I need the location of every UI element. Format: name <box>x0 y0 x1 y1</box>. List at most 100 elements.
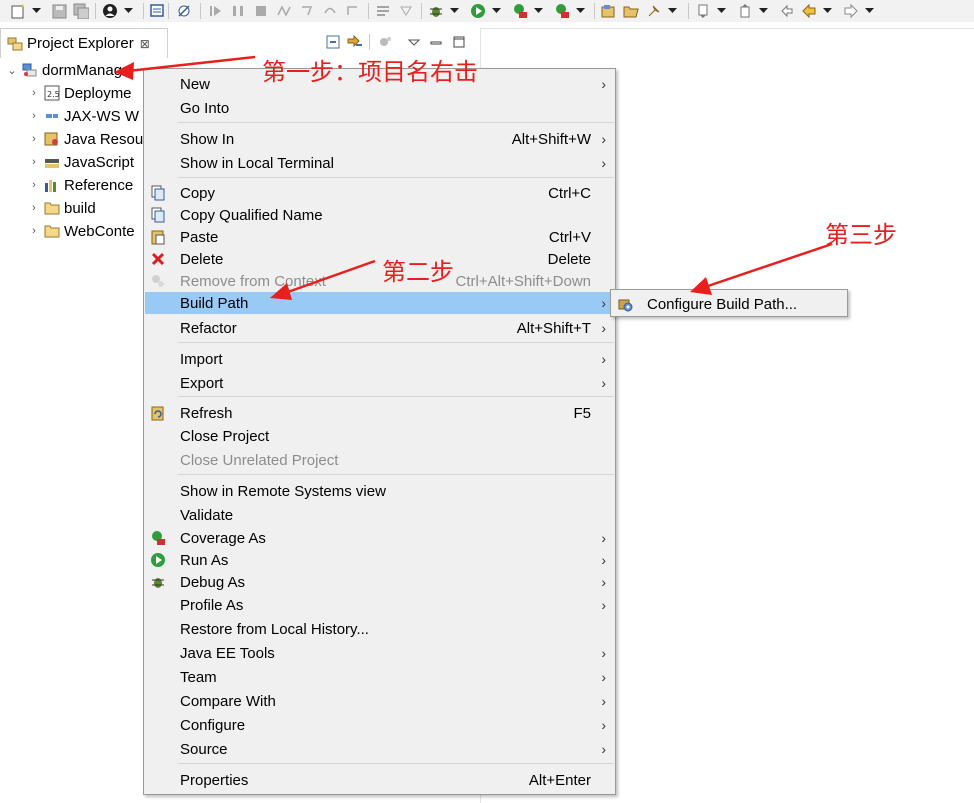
javascript-resources-icon <box>44 154 60 170</box>
collapsed-chevron-icon[interactable]: › <box>28 179 40 191</box>
close-tab-icon[interactable]: ⊠ <box>140 37 150 51</box>
menu-item-run-as[interactable]: Run As › <box>145 549 614 571</box>
toolbar-separator <box>95 3 96 19</box>
pin-icon[interactable] <box>645 2 663 20</box>
annotation-step2: 第二步 <box>382 258 454 286</box>
menu-item-compare-with[interactable]: Compare With › <box>145 690 614 712</box>
tree-item-project[interactable]: ⌄ dormManage <box>6 59 130 81</box>
tree-item[interactable]: › WebConte <box>28 220 134 242</box>
skip-breakpoints-icon[interactable] <box>175 2 193 20</box>
filter-icon[interactable] <box>378 34 394 52</box>
last-edit-icon[interactable] <box>778 2 796 20</box>
menu-item-label: Profile As <box>180 596 244 614</box>
menu-item-label: Copy <box>180 184 216 202</box>
save-all-icon[interactable] <box>72 2 90 20</box>
tree-item[interactable]: › Reference <box>28 174 133 196</box>
menu-item-java-ee-tools[interactable]: Java EE Tools › <box>145 642 614 664</box>
minimize-icon[interactable] <box>428 34 444 52</box>
dropdown-arrow-icon[interactable] <box>667 2 677 20</box>
menu-item-validate[interactable]: Validate <box>145 504 614 526</box>
coverage-icon[interactable] <box>511 2 529 20</box>
expanded-chevron-icon[interactable]: ⌄ <box>6 64 18 77</box>
collapsed-chevron-icon[interactable]: › <box>28 133 40 145</box>
dropdown-arrow-icon[interactable] <box>449 2 459 20</box>
menu-item-source[interactable]: Source › <box>145 738 614 760</box>
tree-item[interactable]: › 2.5 Deployme <box>28 82 131 104</box>
tree-item-label: Java Resou <box>64 130 144 148</box>
menu-item-export[interactable]: Export › <box>145 372 614 394</box>
dropdown-arrow-icon[interactable] <box>758 2 768 20</box>
collapse-all-icon[interactable] <box>325 34 341 52</box>
menu-item-import[interactable]: Import › <box>145 348 614 370</box>
project-explorer-tab[interactable]: Project Explorer ⊠ <box>0 28 168 58</box>
menu-item-copy-qualified-name[interactable]: Copy Qualified Name <box>145 204 614 226</box>
user-icon[interactable] <box>101 2 119 20</box>
collapsed-chevron-icon[interactable]: › <box>28 87 40 99</box>
task-icon[interactable] <box>148 2 166 20</box>
open-folder-icon[interactable] <box>622 2 640 20</box>
menu-item-profile-as[interactable]: Profile As › <box>145 594 614 616</box>
menu-item-close-project[interactable]: Close Project <box>145 425 614 447</box>
menu-item-show-in-remote-systems-view[interactable]: Show in Remote Systems view <box>145 480 614 502</box>
step-over-icon[interactable] <box>321 2 339 20</box>
dropdown-arrow-icon[interactable] <box>716 2 726 20</box>
view-menu-icon[interactable] <box>407 34 421 52</box>
menu-separator <box>178 763 614 764</box>
maximize-icon[interactable] <box>451 34 467 52</box>
collapsed-chevron-icon[interactable]: › <box>28 225 40 237</box>
collapsed-chevron-icon[interactable]: › <box>28 202 40 214</box>
dropdown-arrow-icon[interactable] <box>533 2 543 20</box>
dropdown-arrow-icon[interactable] <box>123 2 133 20</box>
step-into-icon[interactable] <box>298 2 316 20</box>
terminate-icon[interactable] <box>252 2 270 20</box>
forward-icon[interactable] <box>842 2 860 20</box>
dropdown-arrow-icon[interactable] <box>575 2 585 20</box>
prev-annotation-icon[interactable] <box>736 2 754 20</box>
drop-to-frame-icon[interactable] <box>397 2 415 20</box>
menu-item-show-in-local-terminal[interactable]: Show in Local Terminal › <box>145 152 614 174</box>
menu-item-paste[interactable]: Paste Ctrl+V <box>145 226 614 248</box>
tree-item[interactable]: › build <box>28 197 96 219</box>
disconnect-icon[interactable] <box>275 2 293 20</box>
next-annotation-icon[interactable] <box>694 2 712 20</box>
menu-item-show-in[interactable]: Show In Alt+Shift+W › <box>145 128 614 150</box>
submenu-arrow-icon: › <box>601 530 606 546</box>
new-wizard-icon[interactable] <box>9 2 27 20</box>
external-tools-icon[interactable] <box>553 2 571 20</box>
menu-item-configure-build-path[interactable]: Configure Build Path... <box>612 293 848 315</box>
resume-icon[interactable] <box>206 2 224 20</box>
menu-item-build-path[interactable]: Build Path › <box>145 292 614 314</box>
suspend-icon[interactable] <box>229 2 247 20</box>
collapsed-chevron-icon[interactable]: › <box>28 110 40 122</box>
dropdown-arrow-icon[interactable] <box>31 2 41 20</box>
dropdown-arrow-icon[interactable] <box>822 2 832 20</box>
save-icon[interactable] <box>50 2 68 20</box>
tree-item[interactable]: › JavaScript <box>28 151 134 173</box>
menu-item-delete[interactable]: Delete Delete <box>145 248 614 270</box>
dropdown-arrow-icon[interactable] <box>491 2 501 20</box>
run-icon[interactable] <box>469 2 487 20</box>
collapsed-chevron-icon[interactable]: › <box>28 156 40 168</box>
menu-item-properties[interactable]: Properties Alt+Enter <box>145 769 614 791</box>
toolbar-separator <box>688 3 689 19</box>
link-with-editor-icon[interactable] <box>346 34 364 52</box>
menu-item-copy[interactable]: Copy Ctrl+C <box>145 182 614 204</box>
menu-item-refresh[interactable]: Refresh F5 <box>145 402 614 424</box>
tree-item[interactable]: › JAX-WS W <box>28 105 139 127</box>
paste-icon <box>150 229 166 245</box>
menu-item-refactor[interactable]: Refactor Alt+Shift+T › <box>145 317 614 339</box>
menu-item-configure[interactable]: Configure › <box>145 714 614 736</box>
menu-item-restore-from-local-history[interactable]: Restore from Local History... <box>145 618 614 640</box>
tree-item[interactable]: › Java Resou <box>28 128 143 150</box>
debug-icon[interactable] <box>427 2 445 20</box>
menu-item-debug-as[interactable]: Debug As › <box>145 571 614 593</box>
menu-item-team[interactable]: Team › <box>145 666 614 688</box>
step-return-icon[interactable] <box>344 2 362 20</box>
menu-item-label: Close Project <box>180 427 270 445</box>
new-package-icon[interactable] <box>599 2 617 20</box>
back-icon[interactable] <box>800 2 818 20</box>
menu-item-go-into[interactable]: Go Into <box>145 97 614 119</box>
menu-item-coverage-as[interactable]: Coverage As › <box>145 527 614 549</box>
dropdown-arrow-icon[interactable] <box>864 2 874 20</box>
use-step-filters-icon[interactable] <box>374 2 392 20</box>
